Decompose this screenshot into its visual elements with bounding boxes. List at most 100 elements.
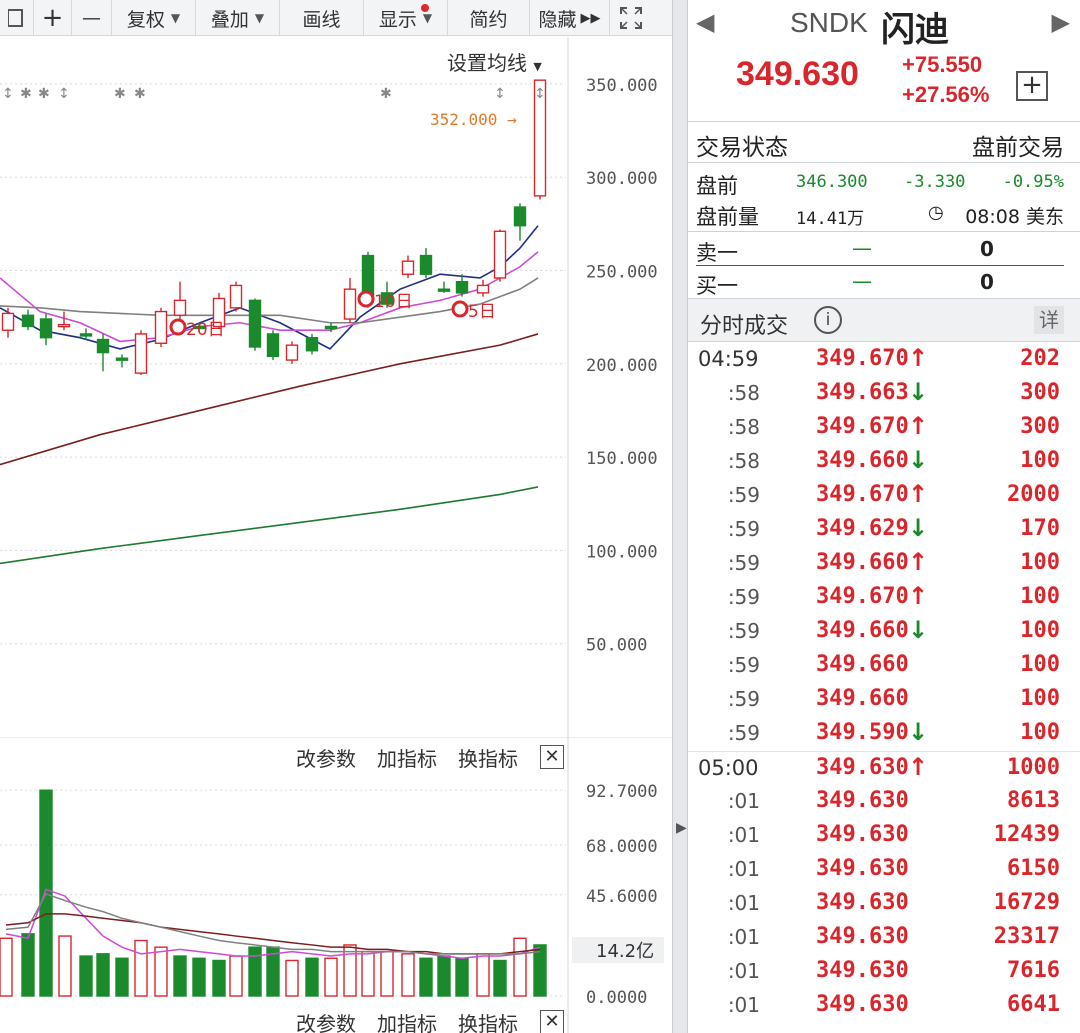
notification-dot <box>421 4 429 12</box>
overlay-dropdown[interactable]: 叠加 ▼ <box>196 0 280 36</box>
volume-bar <box>324 957 338 997</box>
collapse-arrow-icon[interactable]: ▶ <box>676 820 687 836</box>
quote-panel: ◀ SNDK 闪迪 ▶ 349.630 +75.550 +27.56% + 交易… <box>688 0 1080 1033</box>
volume-chart[interactable]: 改参数 加指标 换指标 ✕ 92.7000 68.0000 45.6000 0.000… <box>0 736 672 1033</box>
zoom-out-button[interactable]: — <box>72 0 112 36</box>
next-stock-icon[interactable]: ▶ <box>1052 8 1070 36</box>
candle <box>419 248 433 278</box>
ma-cross-label: 5日 <box>468 302 496 322</box>
tick-price: 349.670 <box>816 584 909 609</box>
tick-price: 349.629 <box>816 516 909 541</box>
tick-volume: 12439 <box>993 822 1060 847</box>
ma-cross-marker <box>451 300 469 318</box>
candle-body <box>437 288 451 292</box>
tick-volume: 100 <box>1020 448 1060 473</box>
ask-volume: 0 <box>980 237 994 261</box>
candle <box>96 333 110 372</box>
edit-params-button[interactable]: 改参数 <box>296 743 356 772</box>
hide-button[interactable]: 隐藏 ▶▶ <box>530 0 610 36</box>
adjust-dropdown[interactable]: 复权 ▼ <box>112 0 196 36</box>
swap-indicator-button[interactable]: 换指标 <box>458 743 518 772</box>
display-dropdown[interactable]: 显示 ▼ <box>364 0 448 36</box>
event-marker-icon: ↕ <box>494 86 506 102</box>
tick-price: 349.663 <box>816 380 909 405</box>
tick-price: 349.670 <box>816 346 909 371</box>
candle <box>134 330 148 375</box>
tick-time: :01 <box>727 891 760 915</box>
volume-bar <box>437 955 451 997</box>
fullscreen-icon[interactable] <box>610 0 652 36</box>
volume-bar <box>229 955 243 997</box>
y-tick-label: 45.6000 <box>586 887 658 907</box>
premarket-pct: -0.95% <box>1002 172 1064 192</box>
tick-volume: 100 <box>1020 618 1060 643</box>
volume-bar <box>115 957 129 997</box>
high-price-marker: 352.000 → <box>430 110 517 129</box>
volume-bar <box>0 937 13 997</box>
candle <box>154 307 168 348</box>
panel-splitter[interactable]: ▶ <box>672 0 688 1033</box>
volume-bar <box>192 957 206 997</box>
tick-time: 04:59 <box>698 347 759 371</box>
detail-button[interactable]: 详 <box>1034 306 1064 334</box>
add-indicator-button-2[interactable]: 加指标 <box>377 1008 437 1033</box>
adjust-label: 复权 <box>126 8 165 31</box>
tick-volume: 8613 <box>1007 788 1060 813</box>
volume-bar <box>58 935 72 997</box>
edit-params-button-2[interactable]: 改参数 <box>296 1008 356 1033</box>
tick-price: 349.670 <box>816 482 909 507</box>
swap-indicator-button-2[interactable]: 换指标 <box>458 1008 518 1033</box>
tick-row: :01 349.630 12439 <box>688 819 1080 853</box>
tick-time: :58 <box>727 415 760 439</box>
tick-time: :59 <box>727 619 760 643</box>
window-icon[interactable] <box>0 0 34 36</box>
tick-price: 349.660 <box>816 550 909 575</box>
volume-bar <box>513 937 527 997</box>
tick-row: :59 349.590 ↓ 100 <box>688 717 1080 751</box>
candle <box>305 333 319 355</box>
tick-volume: 7616 <box>1007 958 1060 983</box>
tick-volume: 2000 <box>1007 482 1060 507</box>
chevron-down-icon: ▼ <box>533 60 542 73</box>
arrow-up-icon: ↑ <box>908 480 929 508</box>
volume-bar <box>476 953 490 997</box>
tick-volume: 23317 <box>993 924 1060 949</box>
price-change: +75.550 <box>902 52 983 77</box>
price-change-pct: +27.56% <box>902 82 990 107</box>
candle <box>115 354 129 368</box>
candle <box>401 255 415 278</box>
tick-time: 05:00 <box>698 756 759 780</box>
y-tick-label: 200.000 <box>586 356 658 376</box>
zoom-in-button[interactable]: + <box>34 0 72 36</box>
info-icon[interactable]: i <box>814 306 842 334</box>
status-label: 交易状态 <box>696 135 788 161</box>
tick-row: :01 349.630 8613 <box>688 785 1080 819</box>
price-chart[interactable]: 设置均线 ▼ 350.000 300.000 250.000 200.000 150.0… <box>0 37 672 737</box>
ticks-list[interactable]: 04:59 349.670 ↑ 202:58 349.663 ↓ 300:58 349.670… <box>688 343 1080 1023</box>
ma-setting-dropdown[interactable]: 设置均线 ▼ <box>447 47 542 76</box>
simple-button[interactable]: 简约 <box>448 0 530 36</box>
candle-body <box>21 314 35 328</box>
event-marker-icon: ✱ <box>20 86 32 102</box>
candle-body <box>115 357 129 361</box>
divider <box>688 162 1080 163</box>
draw-button[interactable]: 画线 <box>280 0 364 36</box>
tick-time: :01 <box>727 925 760 949</box>
prev-stock-icon[interactable]: ◀ <box>696 8 714 36</box>
ticks-title: 分时成交 <box>700 314 789 339</box>
arrow-up-icon: ↑ <box>908 582 929 610</box>
volume-bar <box>79 955 93 997</box>
tick-volume: 170 <box>1020 516 1060 541</box>
tick-time: :01 <box>727 823 760 847</box>
clock-icon: ◷ <box>928 202 944 223</box>
add-watchlist-button[interactable]: + <box>1016 71 1048 101</box>
premarket-volume: 14.41万 <box>796 209 865 229</box>
tick-row: :59 349.670 ↑ 100 <box>688 581 1080 615</box>
close-icon[interactable]: ✕ <box>540 1010 564 1033</box>
volume-bar <box>493 959 507 997</box>
tick-time: :59 <box>727 653 760 677</box>
add-indicator-button[interactable]: 加指标 <box>377 743 437 772</box>
ma-line <box>0 251 539 343</box>
ma-cross-label: 10日 <box>374 292 413 312</box>
close-icon[interactable]: ✕ <box>540 745 564 769</box>
